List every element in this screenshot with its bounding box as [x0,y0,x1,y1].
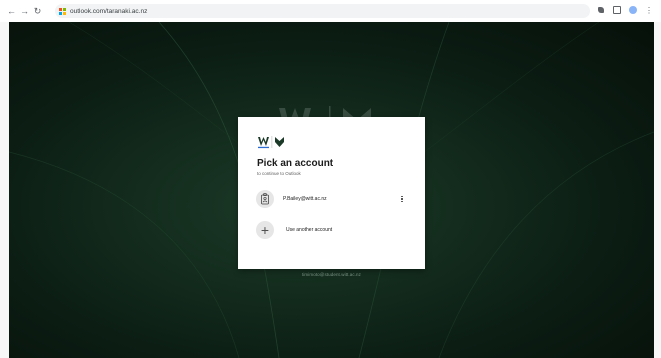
plus-icon: + [256,221,274,239]
profile-icon[interactable] [629,5,637,15]
badge-icon [256,190,274,208]
split-screen-icon[interactable] [613,5,621,15]
more-options-icon[interactable] [399,193,405,205]
browser-actions: ⋮ [597,5,653,15]
account-email: P.Bailey@witt.ac.nz [283,196,327,202]
menu-icon[interactable]: ⋮ [645,5,653,15]
dialog-subtitle: to continue to Outlook [257,171,301,176]
dialog-title: Pick an account [257,158,334,169]
site-icon-square [59,7,62,11]
browser-toolbar: ← → ↻ outlook.com/taranaki.ac.nz ⋮ [0,0,661,22]
account-picker-dialog: Pick an account to continue to Outlook P… [238,117,425,269]
url-text[interactable]: outlook.com/taranaki.ac.nz [70,8,147,15]
account-tile[interactable]: P.Bailey@witt.ac.nz [253,188,411,210]
reload-icon[interactable]: ↻ [32,3,43,19]
background-email-hint: timimoto@student.witt.ac.nz [301,272,362,277]
site-icon-square [63,7,66,11]
forward-arrow-icon[interactable]: → [19,3,30,19]
address-bar[interactable]: outlook.com/taranaki.ac.nz [55,4,590,18]
back-arrow-icon[interactable]: ← [6,3,17,19]
site-icon-square [59,11,62,15]
browser-window: ← → ↻ outlook.com/taranaki.ac.nz ⋮ timim… [0,0,661,358]
site-icon-square [63,11,66,15]
extensions-icon[interactable] [597,5,605,15]
witt-logo-icon [258,136,284,149]
use-another-account-button[interactable]: + Use another account [253,219,411,241]
site-icon [59,7,66,15]
use-another-account-label: Use another account [286,227,333,233]
